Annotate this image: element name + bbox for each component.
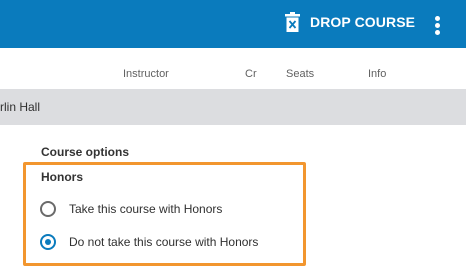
section-location: rlin Hall [0,100,41,114]
radio-option-take-honors[interactable]: Take this course with Honors [40,199,222,219]
top-app-bar: DROP COURSE [0,0,466,48]
radio-checked-icon[interactable] [40,234,56,250]
drop-course-label: DROP COURSE [310,14,416,30]
trash-icon [285,12,300,32]
column-header-credits: Cr [245,68,257,80]
radio-option-label: Do not take this course with Honors [69,235,259,249]
radio-option-no-honors[interactable]: Do not take this course with Honors [40,232,258,252]
column-header-info: Info [368,68,387,80]
radio-unchecked-icon[interactable] [40,201,56,217]
course-options-title: Course options [41,145,130,159]
more-vertical-icon[interactable] [428,12,448,36]
section-row: rlin Hall [0,89,466,125]
column-header-instructor: Instructor [123,68,169,80]
radio-option-label: Take this course with Honors [69,202,223,216]
honors-group-label: Honors [41,170,83,184]
drop-course-button[interactable]: DROP COURSE [285,10,415,34]
column-header-seats: Seats [286,68,315,80]
